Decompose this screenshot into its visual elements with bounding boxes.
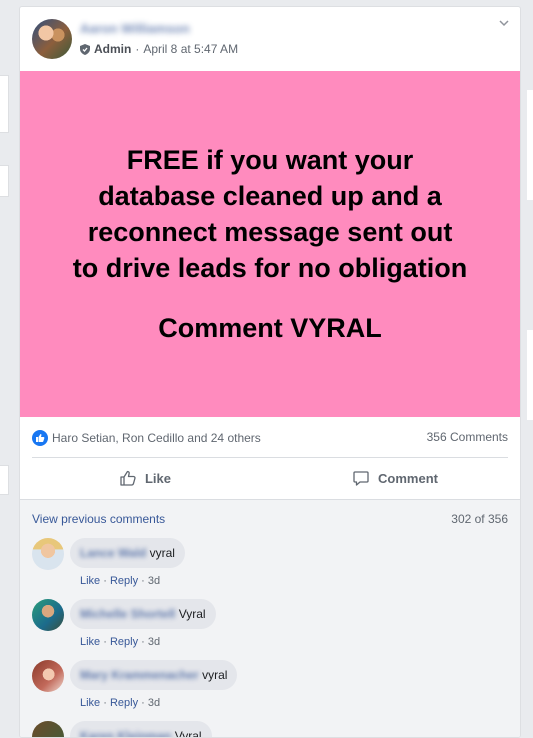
background-panel [527,330,533,420]
image-cta: Comment VYRAL [158,313,382,343]
comment-text: Vyral [174,729,202,738]
comment-reply-link[interactable]: Reply [110,575,138,587]
commenter-name[interactable]: Michelle Shortell [80,607,175,621]
reactions-text[interactable]: Haro Setian, Ron Cedillo and 24 others [52,431,261,445]
post-card: Aaron Williamson Admin · April 8 at 5:47… [19,6,521,738]
post-stats: Haro Setian, Ron Cedillo and 24 others 3… [20,417,520,457]
like-reaction-icon [32,430,48,446]
image-text-line: reconnect message sent out [87,217,453,247]
comments-page-count: 302 of 356 [451,512,508,526]
comment-bubble: Mary Krammenacher vyral [70,660,238,690]
comments-section: View previous comments 302 of 356 Lance … [20,499,520,738]
background-panel [0,165,9,197]
comment-button[interactable]: Comment [270,459,520,497]
background-panel [0,465,9,495]
background-panel [527,90,533,200]
comment-actions: Like · Reply · 3d [80,575,161,587]
post-image[interactable]: FREE if you want your database cleaned u… [20,71,520,417]
image-text-line: database cleaned up and a [98,181,442,211]
like-label: Like [144,470,171,486]
background-panel [0,75,9,133]
commenter-avatar[interactable] [32,721,64,737]
comment-actions: Like · Reply · 3d [80,636,161,648]
meta-separator: · [135,42,140,56]
comment-icon [353,471,369,486]
comment-like-link[interactable]: Like [80,575,100,587]
view-previous-comments-link[interactable]: View previous comments [32,512,165,526]
comment-reply-link[interactable]: Reply [110,636,138,648]
commenter-avatar[interactable] [32,660,64,692]
commenter-avatar[interactable] [32,538,64,570]
comment-text: vyral [202,668,228,682]
commenter-name[interactable]: Lance Wald [80,546,146,560]
reactions-summary[interactable]: Haro Setian, Ron Cedillo and 24 others [32,430,261,446]
thumbs-up-icon [120,470,136,486]
like-button[interactable]: Like [20,459,270,497]
comment-bubble: Michelle Shortell Vyral [70,599,216,629]
commenter-name[interactable]: Karen Kleinman [80,729,171,737]
shield-icon [80,43,90,55]
comment-time[interactable]: 3d [148,636,160,648]
action-bar: Like Comment [20,459,520,497]
comment-bubble: Lance Wald vyral [70,538,185,568]
post-header: Aaron Williamson Admin · April 8 at 5:47… [20,7,520,71]
comment-text: vyral [149,546,175,560]
comment-time[interactable]: 3d [148,697,160,709]
comment-text: Vyral [178,607,206,621]
comment-time[interactable]: 3d [148,575,160,587]
image-text-line: FREE if you want your [126,145,414,175]
chevron-down-icon[interactable] [498,17,510,29]
divider [32,457,508,458]
comment-like-link[interactable]: Like [80,697,100,709]
admin-badge: Admin [94,42,132,56]
comments-count[interactable]: 356 Comments [427,430,508,444]
post-timestamp[interactable]: April 8 at 5:47 AM [143,42,238,56]
author-avatar[interactable] [32,19,72,59]
commenter-avatar[interactable] [32,599,64,631]
comment-reply-link[interactable]: Reply [110,697,138,709]
commenter-name[interactable]: Mary Krammenacher [80,668,199,682]
comment-like-link[interactable]: Like [80,636,100,648]
author-name[interactable]: Aaron Williamson [80,21,190,36]
post-meta: Admin · April 8 at 5:47 AM [80,42,238,56]
comment-bubble: Karen Kleinman Vyral [70,721,212,738]
comment-actions: Like · Reply · 3d [80,697,161,709]
image-text-line: to drive leads for no obligation [72,253,468,283]
comment-label: Comment [378,470,438,486]
